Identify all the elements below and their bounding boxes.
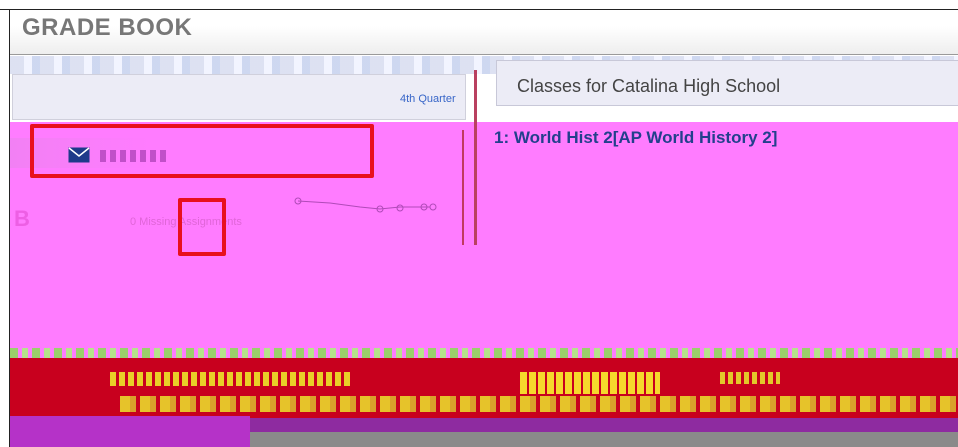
course-link[interactable]: 1: World Hist 2[AP World History 2] <box>494 128 777 148</box>
quarter-panel <box>12 74 466 120</box>
classes-title: Classes for Catalina High School <box>517 76 781 96</box>
grade-trend-sparkline <box>294 197 437 213</box>
page-title: GRADE BOOK <box>22 14 193 41</box>
grade-letter: B <box>14 206 30 231</box>
corrupted-band-yellow <box>520 372 660 394</box>
corrupted-band-yellow <box>720 372 780 384</box>
corrupted-band-yellow <box>120 396 958 412</box>
panel-divider-inner <box>462 130 464 245</box>
annotation-box-student <box>30 124 374 178</box>
annotation-box-missing <box>178 198 226 256</box>
panel-divider <box>474 70 477 245</box>
corrupted-band-gray <box>250 432 958 447</box>
corrupted-band-purple <box>10 416 250 447</box>
page-frame-top <box>0 9 958 10</box>
quarter-selector[interactable]: 4th Quarter <box>400 93 456 105</box>
corrupted-band-yellow <box>110 372 350 386</box>
